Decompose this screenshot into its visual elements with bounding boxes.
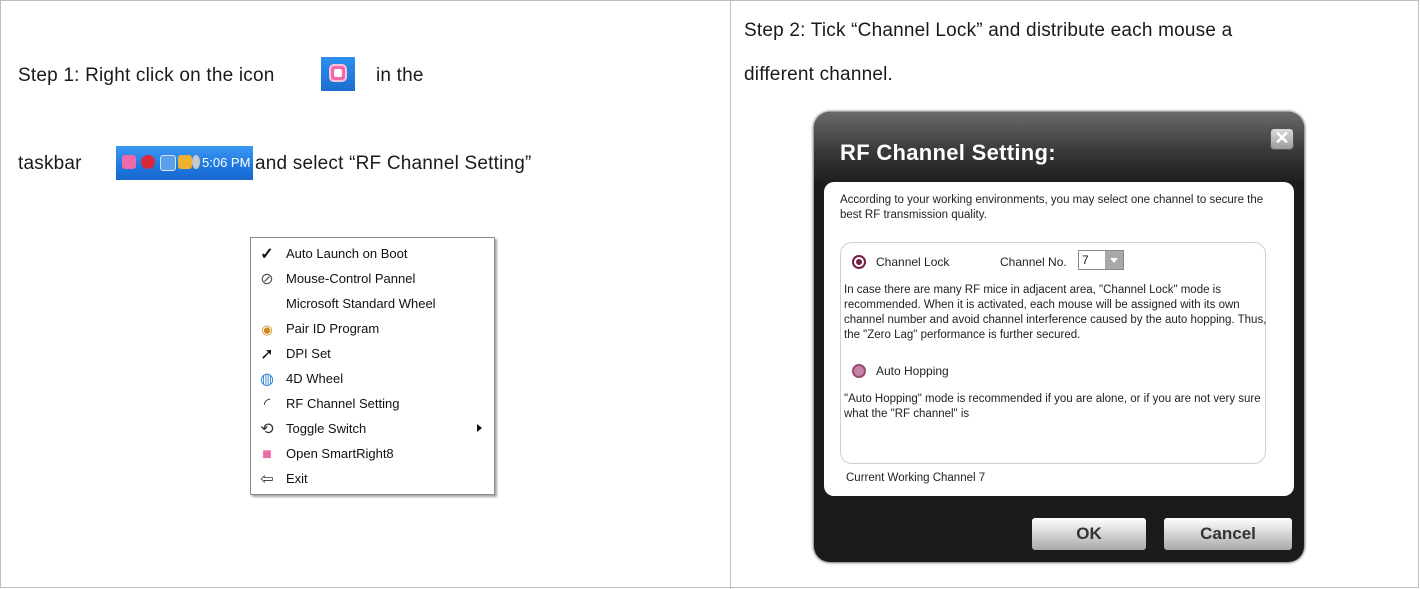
step2-line2: different channel. [744, 64, 894, 85]
auto-hopping-description: "Auto Hopping" mode is recommended if yo… [844, 393, 1261, 420]
auto-hopping-radio[interactable] [852, 364, 866, 378]
checkmark-icon: ✓ [260, 246, 274, 263]
rf-channel-dialog: RF Channel Setting: ✕ According to your … [814, 112, 1304, 562]
step1-line2-prefix: taskbar [18, 153, 82, 174]
dpi-cursor-icon: ➚ [260, 346, 274, 363]
media-icon[interactable] [192, 155, 200, 169]
column-divider [730, 0, 731, 589]
tray-clock[interactable]: 5:06 PM [202, 155, 250, 170]
wheel-icon: ◍ [260, 371, 274, 388]
step1-line1-prefix: Step 1: Right click on the icon [18, 65, 275, 86]
auto-hopping-label: Auto Hopping [876, 364, 949, 378]
menu-item-ms-wheel[interactable]: Microsoft Standard Wheel [251, 292, 494, 317]
menu-item-exit[interactable]: ⇦ Exit [251, 467, 494, 492]
menu-item-auto-launch[interactable]: ✓ Auto Launch on Boot [251, 242, 494, 267]
mouse-app-tray-icon[interactable] [122, 155, 136, 169]
speaker-icon[interactable] [178, 155, 192, 169]
network-icon[interactable] [160, 155, 176, 171]
step1-line2-suffix: and select “RF Channel Setting” [255, 153, 532, 174]
cancel-button[interactable]: Cancel [1164, 518, 1292, 550]
taskbar-tray: 5:06 PM [116, 146, 253, 180]
channel-number-value: 7 [1082, 253, 1089, 267]
menu-item-toggle-switch[interactable]: ⟲ Toggle Switch [251, 417, 494, 442]
mouse-control-icon: ⊘ [260, 271, 274, 288]
current-working-channel: Current Working Channel 7 [846, 472, 986, 484]
ok-button[interactable]: OK [1032, 518, 1146, 550]
channel-lock-description: In case there are many RF mice in adjace… [844, 284, 1267, 341]
close-button[interactable]: ✕ [1270, 128, 1294, 150]
pair-id-icon: ◉ [261, 322, 273, 337]
exit-arrow-icon: ⇦ [260, 471, 274, 488]
step1-line1-suffix: in the [376, 65, 424, 86]
dialog-panel: According to your working environments, … [824, 182, 1294, 496]
submenu-arrow-icon [477, 424, 482, 432]
smartright-icon: ■ [262, 446, 272, 463]
menu-item-rf-channel[interactable]: ◜ RF Channel Setting [251, 392, 494, 417]
channel-lock-label: Channel Lock [876, 255, 950, 269]
menu-item-open-smartright[interactable]: ■ Open SmartRight8 [251, 442, 494, 467]
shield-icon[interactable] [141, 155, 155, 169]
dialog-intro: According to your working environments, … [840, 194, 1264, 221]
dialog-title: RF Channel Setting: [840, 140, 1056, 165]
channel-number-select[interactable]: 7 [1078, 250, 1124, 270]
step2-line1: Step 2: Tick “Channel Lock” and distribu… [744, 20, 1233, 41]
menu-item-4d-wheel[interactable]: ◍ 4D Wheel [251, 367, 494, 392]
menu-item-mouse-control[interactable]: ⊘ Mouse-Control Pannel [251, 267, 494, 292]
menu-item-pair-id[interactable]: ◉ Pair ID Program [251, 317, 494, 342]
rf-signal-icon: ◜ [263, 396, 271, 413]
dropdown-arrow-icon[interactable] [1105, 251, 1123, 269]
channel-lock-radio[interactable] [852, 255, 866, 269]
context-menu: ✓ Auto Launch on Boot ⊘ Mouse-Control Pa… [250, 237, 495, 495]
mouse-app-icon [321, 57, 355, 91]
toggle-icon: ⟲ [260, 421, 274, 438]
channel-no-label: Channel No. [1000, 255, 1067, 269]
menu-item-dpi-set[interactable]: ➚ DPI Set [251, 342, 494, 367]
channel-mode-group [840, 242, 1266, 464]
